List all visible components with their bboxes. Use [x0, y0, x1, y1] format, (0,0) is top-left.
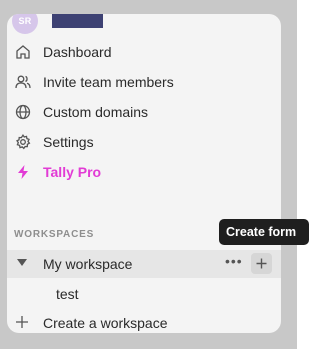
sidebar-item-settings[interactable]: Settings	[7, 127, 281, 157]
lightning-icon	[15, 164, 31, 180]
sidebar-item-label: Dashboard	[43, 44, 112, 60]
sidebar-item-label: Tally Pro	[43, 164, 102, 180]
create-workspace-button[interactable]: Create a workspace	[7, 310, 281, 333]
sidebar-header: SR ˊ	[10, 14, 280, 36]
home-icon	[15, 44, 31, 60]
sidebar-item-dashboard[interactable]: Dashboard	[7, 37, 281, 67]
avatar[interactable]: SR	[12, 14, 38, 34]
users-icon	[15, 74, 31, 90]
sidebar-item-label: Invite team members	[43, 74, 174, 90]
header-caret-icon[interactable]: ˊ	[154, 14, 157, 19]
sidebar-item-label: Custom domains	[43, 104, 149, 120]
redacted-workspace-name	[52, 14, 103, 28]
workspace-label: My workspace	[43, 256, 133, 272]
collapse-triangle-icon[interactable]	[17, 259, 27, 266]
create-form-tooltip: Create form	[219, 219, 309, 245]
plus-icon	[15, 315, 29, 329]
create-workspace-label: Create a workspace	[43, 315, 168, 331]
sidebar-item-label: Settings	[43, 134, 94, 150]
globe-icon	[15, 104, 31, 120]
gear-icon	[15, 134, 31, 150]
more-options-icon[interactable]: •••	[225, 253, 243, 269]
sidebar-item-custom-domains[interactable]: Custom domains	[7, 97, 281, 127]
sidebar-item-tally-pro[interactable]: Tally Pro	[7, 157, 281, 187]
create-form-button[interactable]	[251, 253, 272, 274]
sidebar-panel: SR ˊ Dashboard Invite team members	[7, 14, 281, 333]
workspaces-section-label: WORKSPACES	[14, 229, 95, 240]
form-item-test[interactable]: test	[56, 286, 79, 302]
sidebar-item-invite[interactable]: Invite team members	[7, 67, 281, 97]
workspace-item[interactable]: My workspace •••	[7, 250, 281, 278]
